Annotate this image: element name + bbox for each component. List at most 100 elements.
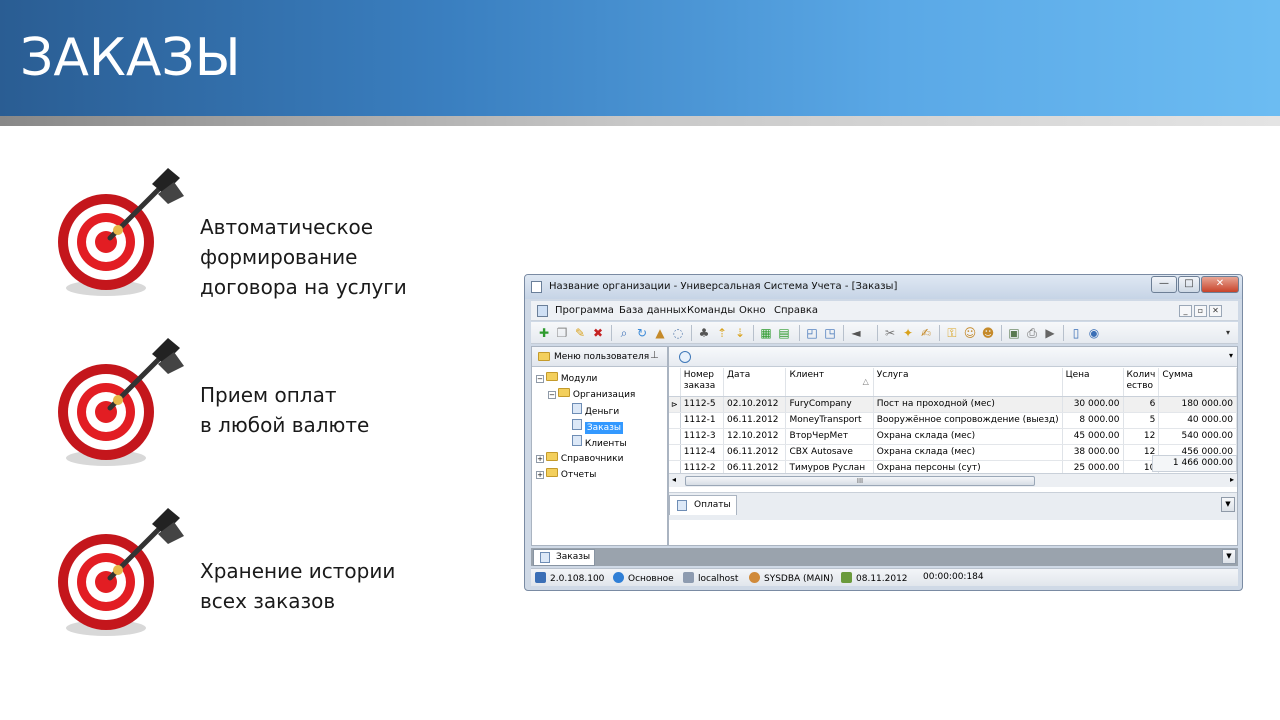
notes-icon[interactable]: ✍: [919, 326, 933, 340]
new-window-icon[interactable]: ◰: [805, 326, 819, 340]
orders-panel: ▾ Номер заказа Дата Клиент △ Услуга Цена К…: [668, 346, 1238, 546]
add-icon[interactable]: ✚: [537, 326, 551, 340]
folder-icon: [546, 468, 558, 477]
tree-item[interactable]: Заказы: [572, 419, 624, 435]
cell-client: FuryCompany: [785, 396, 874, 413]
tab-orders[interactable]: Заказы: [533, 549, 595, 566]
column-header-price[interactable]: Цена: [1062, 368, 1124, 397]
pin-icon[interactable]: ⊥: [650, 350, 659, 361]
export-icon[interactable]: ▦: [759, 326, 773, 340]
copy-icon[interactable]: ❐: [555, 326, 569, 340]
user-menu-panel: Меню пользователя ⊥ − Модули − Организаци…: [531, 346, 668, 546]
cell-date: 06.11.2012: [723, 412, 787, 429]
wizard-icon[interactable]: ✦: [901, 326, 915, 340]
users-icon[interactable]: ☺: [963, 326, 977, 340]
user-text: SYSDBA (MAIN): [764, 574, 834, 584]
table-row[interactable]: 1112-3 12.10.2012 ВторЧерМет Охрана склада …: [669, 428, 1237, 445]
clock-icon[interactable]: [679, 351, 691, 363]
cell-client: ВторЧерМет: [785, 428, 874, 445]
folder-down-icon[interactable]: ⇣: [733, 326, 747, 340]
document-icon: [572, 435, 582, 446]
folder-up-icon[interactable]: ⇡: [715, 326, 729, 340]
menu-commands[interactable]: Команды: [687, 305, 735, 316]
import-icon[interactable]: ▤: [777, 326, 791, 340]
cell-date: 06.11.2012: [723, 444, 787, 461]
scroll-right-icon[interactable]: ▸: [1230, 475, 1234, 484]
maximize-button[interactable]: □: [1178, 276, 1200, 293]
menu-window[interactable]: Окно: [739, 305, 766, 316]
column-header-number[interactable]: Номер заказа: [680, 368, 725, 397]
toolbar-separator: [877, 325, 878, 341]
window-titlebar[interactable]: Название организации - Универсальная Сис…: [525, 275, 1242, 299]
column-header-date[interactable]: Дата: [723, 368, 787, 397]
tree-item[interactable]: Клиенты: [572, 435, 627, 451]
column-header-sum[interactable]: Сумма: [1158, 368, 1237, 397]
table-row[interactable]: 1112-1 06.11.2012 MoneyTransport Вооружённо…: [669, 412, 1237, 429]
column-label: Клиент: [789, 370, 825, 380]
row-indicator: [669, 412, 681, 429]
refresh-icon[interactable]: ↻: [635, 326, 649, 340]
tab-orders-label: Заказы: [556, 552, 591, 562]
preview-icon[interactable]: ▶: [1043, 326, 1057, 340]
tree-item[interactable]: − Модули: [536, 371, 597, 387]
filter-icon[interactable]: ▲: [653, 326, 667, 340]
tabs-dropdown-button[interactable]: ▼: [1221, 497, 1235, 512]
menu-database[interactable]: База данных: [619, 305, 687, 316]
target-icon: [58, 338, 184, 466]
calendar-icon[interactable]: ▣: [1007, 326, 1021, 340]
menu-programma[interactable]: Программа: [555, 305, 614, 316]
mdi-close-button[interactable]: ✕: [1209, 305, 1222, 317]
expand-toggle-icon[interactable]: +: [536, 470, 544, 479]
expand-toggle-icon[interactable]: −: [548, 390, 556, 399]
feature-text: Хранение истории всех заказов: [200, 556, 395, 616]
tree-item[interactable]: + Отчеты: [536, 467, 596, 483]
filter-dropdown-icon[interactable]: ▾: [1229, 351, 1233, 360]
feature-bullet: Прием оплат в любой валюте: [52, 334, 532, 474]
table-row[interactable]: ⊳ 1112-5 02.10.2012 FuryCompany Пост на прох…: [669, 396, 1237, 413]
book-icon[interactable]: ▯: [1069, 326, 1083, 340]
tree-icon[interactable]: ♣: [697, 326, 711, 340]
comment-icon[interactable]: ◌: [671, 326, 685, 340]
minimize-button[interactable]: —: [1151, 276, 1177, 293]
column-label: Услуга: [876, 370, 909, 380]
print-icon[interactable]: ⎙: [1025, 326, 1039, 340]
column-header-client[interactable]: Клиент △: [785, 368, 874, 397]
edit-icon[interactable]: ✎: [573, 326, 587, 340]
expand-toggle-icon[interactable]: +: [536, 454, 544, 463]
toolbar-separator: [1001, 325, 1002, 341]
column-header-service[interactable]: Услуга: [873, 368, 1063, 397]
group-icon[interactable]: ☻: [981, 326, 995, 340]
database-icon[interactable]: ◉: [1087, 326, 1101, 340]
tree-item[interactable]: Деньги: [572, 403, 619, 419]
mdi-restore-button[interactable]: ▫: [1194, 305, 1207, 317]
feature-line: договора на услуги: [200, 275, 407, 299]
tools-icon[interactable]: ✂: [883, 326, 897, 340]
horizontal-scrollbar[interactable]: ◂ III ▸: [669, 473, 1237, 487]
tree-item-label: Деньги: [584, 407, 620, 417]
expand-toggle-icon[interactable]: −: [536, 374, 544, 383]
scroll-thumb[interactable]: III: [685, 476, 1035, 486]
feature-line: Хранение истории: [200, 559, 396, 583]
column-label: ество: [1126, 381, 1154, 391]
menu-help[interactable]: Справка: [774, 305, 818, 316]
row-indicator: [669, 444, 681, 461]
column-header-qty[interactable]: Колич ество: [1123, 368, 1160, 397]
search-icon[interactable]: ⌕: [617, 326, 631, 340]
feature-bullet: Хранение истории всех заказов: [52, 504, 532, 644]
tree-item[interactable]: − Организация: [548, 387, 635, 403]
toolbar-overflow-icon[interactable]: ▾: [1221, 326, 1235, 340]
doctabs-dropdown-button[interactable]: ▼: [1222, 549, 1236, 564]
tree-item[interactable]: + Справочники: [536, 451, 623, 467]
toolbar-separator: [799, 325, 800, 341]
close-window-icon[interactable]: ◳: [823, 326, 837, 340]
cell-date: 02.10.2012: [723, 396, 787, 413]
back-icon[interactable]: ◄: [849, 326, 863, 340]
scroll-left-icon[interactable]: ◂: [672, 475, 676, 484]
mdi-minimize-button[interactable]: _: [1179, 305, 1192, 317]
tree-item-label: Модули: [560, 374, 598, 384]
lock-icon[interactable]: ⚿: [945, 326, 959, 340]
close-button[interactable]: ✕: [1201, 276, 1239, 293]
cell-price: 30 000.00: [1062, 396, 1124, 413]
delete-icon[interactable]: ✖: [591, 326, 605, 340]
tab-payments[interactable]: Оплаты: [669, 495, 737, 515]
